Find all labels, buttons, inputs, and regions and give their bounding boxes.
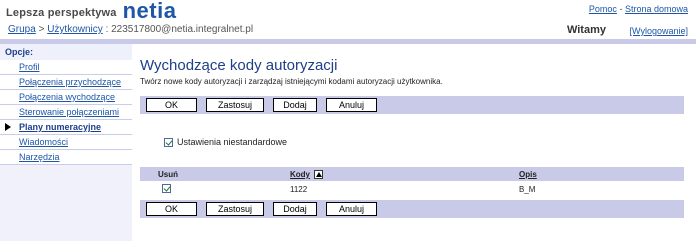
sidebar-title: Opcje: bbox=[0, 44, 132, 60]
apply-button[interactable]: Zastosuj bbox=[206, 202, 264, 216]
delete-row-checkbox[interactable] bbox=[162, 184, 171, 193]
row-code[interactable]: 1122 bbox=[290, 185, 307, 194]
breadcrumb-group[interactable]: Grupa bbox=[8, 24, 36, 35]
cancel-button[interactable]: Anuluj bbox=[326, 202, 377, 216]
sidebar-item-outgoing-calls[interactable]: Połączenia wychodzące bbox=[0, 90, 132, 105]
main-content: Wychodzące kody autoryzacji Twórz nowe k… bbox=[132, 44, 696, 241]
logout-link[interactable]: [Wylogowanie] bbox=[630, 26, 688, 36]
sidebar-item-numbering-plans[interactable]: Plany numeracyjne bbox=[0, 120, 132, 135]
sidebar-item-label[interactable]: Plany numeracyjne bbox=[19, 122, 101, 132]
row-description: B_M bbox=[519, 185, 536, 194]
netia-logo[interactable]: netia bbox=[123, 0, 177, 22]
custom-settings-row: Ustawienia niestandardowe bbox=[164, 137, 287, 147]
button-bar-top: OK Zastosuj Dodaj Anuluj bbox=[140, 96, 684, 114]
table-row: 1122 B_M bbox=[140, 182, 684, 196]
brand: Lepsza perspektywa netia bbox=[6, 0, 177, 22]
page-header: Lepsza perspektywa netia Pomoc - Strona … bbox=[0, 0, 696, 44]
button-bar-bottom: OK Zastosuj Dodaj Anuluj bbox=[140, 200, 684, 218]
breadcrumb-users[interactable]: Użytkownicy bbox=[47, 24, 103, 35]
sidebar-item-messages[interactable]: Wiadomości bbox=[0, 135, 132, 150]
page-description: Twórz nowe kody autoryzacji i zarządzaj … bbox=[140, 77, 443, 86]
sidebar-item-label[interactable]: Połączenia przychodzące bbox=[19, 77, 121, 87]
sidebar-item-incoming-calls[interactable]: Połączenia przychodzące bbox=[0, 75, 132, 90]
breadcrumb: Grupa > Użytkownicy : 223517800@netia.in… bbox=[8, 24, 253, 35]
column-header-description[interactable]: Opis bbox=[519, 170, 537, 179]
custom-settings-label: Ustawienia niestandardowe bbox=[177, 137, 288, 147]
custom-settings-checkbox[interactable] bbox=[164, 137, 173, 147]
home-link[interactable]: Strona domowa bbox=[625, 4, 688, 14]
cancel-button[interactable]: Anuluj bbox=[326, 98, 377, 112]
sidebar-item-profile[interactable]: Profil bbox=[0, 60, 132, 75]
sidebar-item-call-control[interactable]: Sterowanie połączeniami bbox=[0, 105, 132, 120]
brand-tagline: Lepsza perspektywa bbox=[6, 7, 117, 19]
welcome-text: Witamy bbox=[566, 24, 606, 36]
add-button[interactable]: Dodaj bbox=[273, 202, 317, 216]
sidebar-menu: Profil Połączenia przychodzące Połączeni… bbox=[0, 60, 132, 165]
sidebar: Opcje: Profil Połączenia przychodzące Po… bbox=[0, 44, 132, 241]
help-link[interactable]: Pomoc bbox=[589, 4, 617, 14]
sidebar-item-label[interactable]: Profil bbox=[19, 62, 40, 72]
sidebar-item-tools[interactable]: Narzędzia bbox=[0, 150, 132, 165]
page-title: Wychodzące kody autoryzacji bbox=[140, 57, 338, 74]
logout-container: [Wylogowanie] bbox=[630, 26, 688, 36]
ok-button[interactable]: OK bbox=[146, 98, 197, 112]
column-header-delete: Usuń bbox=[158, 170, 178, 179]
column-header-codes[interactable]: Kody bbox=[290, 170, 310, 179]
add-button[interactable]: Dodaj bbox=[273, 98, 317, 112]
top-links-separator: - bbox=[619, 4, 623, 14]
breadcrumb-separator: > bbox=[38, 24, 45, 35]
table-header: Usuń Kody Opis bbox=[140, 167, 684, 181]
sidebar-item-label[interactable]: Narzędzia bbox=[19, 152, 60, 162]
ok-button[interactable]: OK bbox=[146, 202, 197, 216]
current-page-arrow-icon bbox=[5, 123, 11, 131]
breadcrumb-current-user: : 223517800@netia.integralnet.pl bbox=[105, 24, 254, 35]
top-links: Pomoc - Strona domowa bbox=[589, 4, 688, 14]
sidebar-item-label[interactable]: Sterowanie połączeniami bbox=[19, 107, 119, 117]
sidebar-item-label[interactable]: Połączenia wychodzące bbox=[19, 92, 115, 102]
apply-button[interactable]: Zastosuj bbox=[206, 98, 264, 112]
sort-ascending-icon[interactable] bbox=[314, 170, 323, 179]
sidebar-item-label[interactable]: Wiadomości bbox=[19, 137, 68, 147]
